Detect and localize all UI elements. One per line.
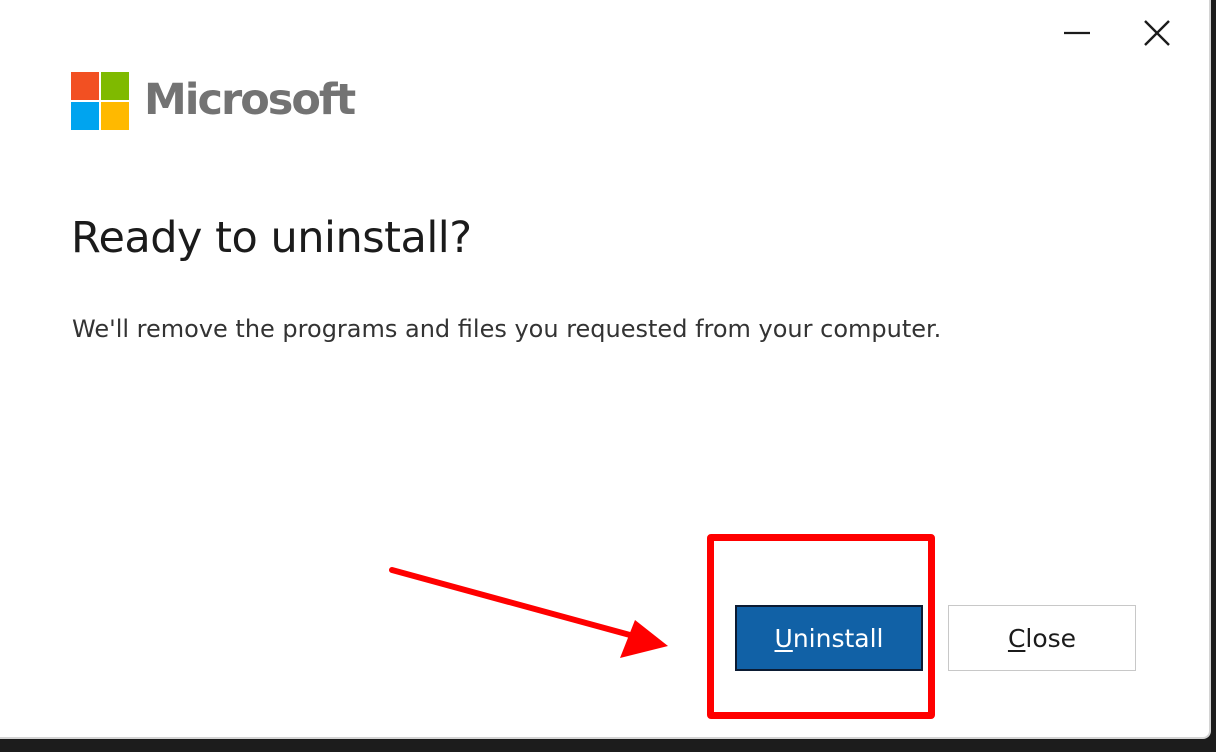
- window-close-button[interactable]: [1132, 8, 1182, 58]
- close-button[interactable]: Close: [948, 605, 1136, 671]
- uninstall-button[interactable]: Uninstall: [735, 605, 923, 671]
- uninstall-dialog-window: Microsoft Ready to uninstall? We'll remo…: [0, 0, 1211, 739]
- logo-square-blue: [71, 102, 99, 130]
- microsoft-logo-icon: [71, 72, 129, 130]
- uninstall-label: ninstall: [792, 623, 884, 653]
- logo-square-red: [71, 72, 99, 100]
- microsoft-logo: Microsoft: [71, 72, 356, 130]
- brand-name: Microsoft: [144, 74, 356, 125]
- close-icon: [1144, 20, 1170, 46]
- close-mnemonic: C: [1007, 623, 1026, 653]
- dialog-heading: Ready to uninstall?: [71, 213, 472, 263]
- logo-square-green: [101, 72, 129, 100]
- dialog-description: We'll remove the programs and files you …: [72, 315, 942, 343]
- uninstall-mnemonic: U: [774, 623, 793, 653]
- close-label: lose: [1025, 623, 1077, 653]
- logo-square-yellow: [101, 102, 129, 130]
- minimize-icon: [1064, 31, 1090, 35]
- minimize-button[interactable]: [1052, 8, 1102, 58]
